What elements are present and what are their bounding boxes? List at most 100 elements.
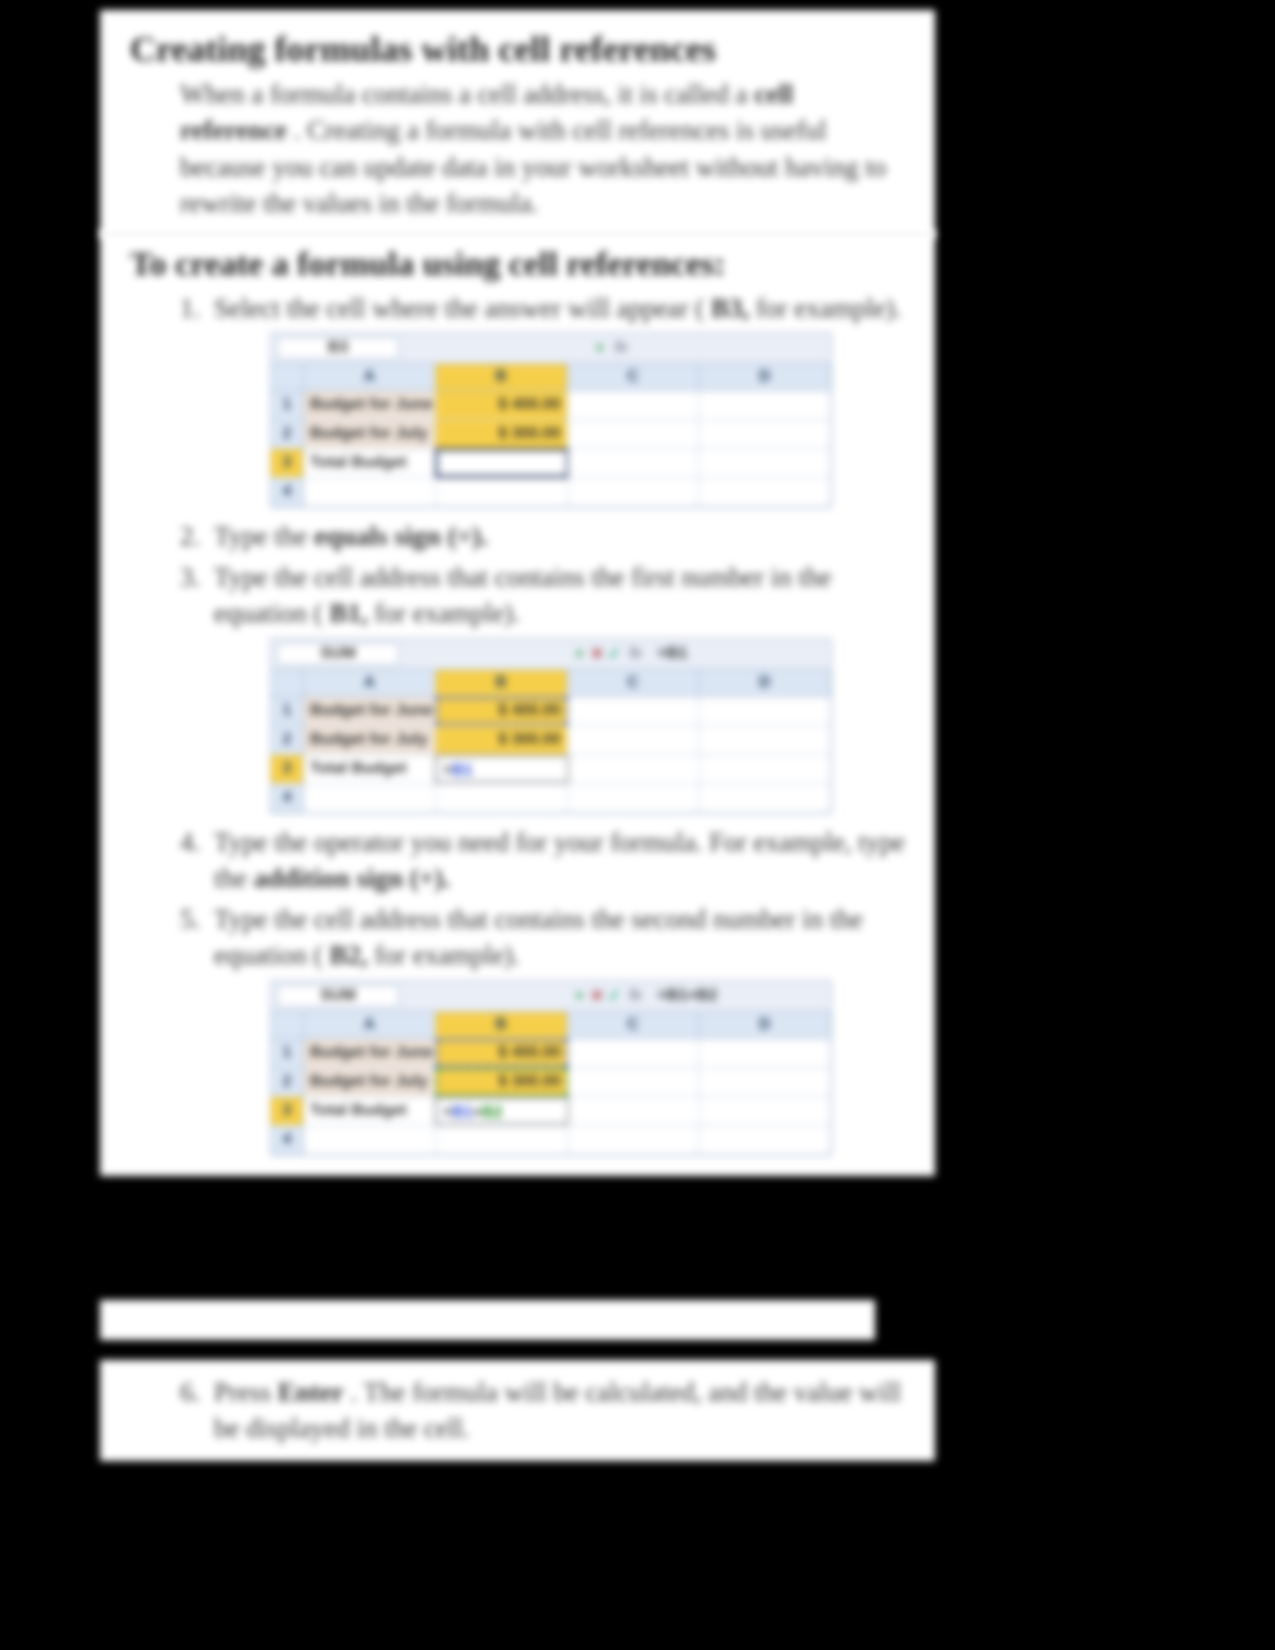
table-row: 1 Budget for June $ 400.00 <box>271 697 831 726</box>
table-row: 2 Budget for July $ 300.00 <box>271 726 831 755</box>
cell-C1 <box>568 1039 700 1067</box>
cell-A4 <box>304 478 436 506</box>
white-strip <box>100 1300 875 1340</box>
cell-C1 <box>568 391 700 419</box>
cell-D1 <box>699 697 831 725</box>
formula-controls: ✕ ✓ fx <box>590 644 651 664</box>
step-text-c: for example). <box>374 940 519 970</box>
table-row: 3 Total Budget =B1+B2 <box>271 1097 831 1126</box>
step-text-a: Type the <box>214 521 314 551</box>
col-C: C <box>568 364 700 390</box>
row-1-header: 1 <box>271 391 304 419</box>
step-text: Select the cell where the answer will ap… <box>214 290 905 326</box>
step-text: Type the operator you need for your form… <box>214 824 905 897</box>
cell-D2 <box>699 726 831 754</box>
cell-C2 <box>568 1068 700 1096</box>
cancel-icon: ✕ <box>590 644 603 664</box>
row-4-header: 4 <box>271 478 304 506</box>
select-all-corner <box>271 364 304 390</box>
step-text-a: Press <box>214 1377 278 1407</box>
cell-C4 <box>568 1126 700 1154</box>
dropdown-icon: ▾ <box>572 986 586 1006</box>
cell-B2-marquee: $ 300.00 <box>436 1068 568 1096</box>
cell-B4 <box>436 478 568 506</box>
enter-icon: ✓ <box>608 986 621 1006</box>
cell-C2 <box>568 726 700 754</box>
col-A: A <box>304 670 436 696</box>
step-number: 2. <box>180 518 214 554</box>
col-D: D <box>699 364 831 390</box>
step-bold: equals sign (=). <box>314 521 488 551</box>
dropdown-icon: ▾ <box>593 338 607 358</box>
step-text-a: Select the cell where the answer will ap… <box>214 293 704 323</box>
formula-controls: ✕ ✓ fx <box>590 986 651 1006</box>
col-C: C <box>568 1012 700 1038</box>
step-text-c: for example). <box>756 293 901 323</box>
formula-bar: =B1 <box>652 645 831 663</box>
step-1: 1. Select the cell where the answer will… <box>180 290 905 326</box>
cell-D2 <box>699 1068 831 1096</box>
cell-B4 <box>436 1126 568 1154</box>
table-row: 2 Budget for July $ 300.00 <box>271 420 831 449</box>
formula-equals: = <box>443 1104 452 1121</box>
cell-B3-editing: =B1 <box>435 755 569 783</box>
col-D: D <box>699 670 831 696</box>
step-bold: B1, <box>329 598 367 628</box>
cell-B3-editing: =B1+B2 <box>435 1097 569 1125</box>
column-header-row: A B C D <box>271 670 831 697</box>
row-3-header: 3 <box>271 449 304 477</box>
cell-D3 <box>700 1097 831 1125</box>
row-3-header: 3 <box>271 1097 304 1125</box>
step-4: 4. Type the operator you need for your f… <box>180 824 905 897</box>
ordered-list: 1. Select the cell where the answer will… <box>180 290 905 1156</box>
column-header-row: A B C D <box>271 364 831 391</box>
col-D: D <box>699 1012 831 1038</box>
cell-D4 <box>699 1126 831 1154</box>
heading-1: Creating formulas with cell references <box>130 28 905 70</box>
step-number: 1. <box>180 290 214 326</box>
cell-A3: Total Budget <box>304 449 436 477</box>
col-A: A <box>304 1012 436 1038</box>
cell-C4 <box>568 478 700 506</box>
row-4-header: 4 <box>271 1126 304 1154</box>
step-number: 5. <box>180 901 214 974</box>
step-bold: B2, <box>329 940 367 970</box>
name-box: B3 <box>277 337 399 359</box>
step-text-a: Type the cell address that contains the … <box>214 562 831 628</box>
fx-icon: fx <box>611 339 631 357</box>
cell-B1-marquee: $ 400.00 <box>436 1039 568 1067</box>
step-text: Press Enter . The formula will be calcul… <box>214 1374 905 1447</box>
step-text: Type the cell address that contains the … <box>214 901 905 974</box>
table-row: 2 Budget for July $ 300.00 <box>271 1068 831 1097</box>
col-B: B <box>436 364 568 390</box>
cell-D1 <box>699 1039 831 1067</box>
cell-D3 <box>700 755 831 783</box>
cell-B4 <box>436 784 568 812</box>
fx-icon: fx <box>625 987 645 1005</box>
cell-C4 <box>568 784 700 812</box>
cell-A2: Budget for July <box>304 420 436 448</box>
row-2-header: 2 <box>271 726 304 754</box>
col-C: C <box>568 670 700 696</box>
namebox-row: SUM ▾ ✕ ✓ fx =B1+B2 <box>271 981 831 1012</box>
cell-D4 <box>699 478 831 506</box>
step-6-block: 6. Press Enter . The formula will be cal… <box>100 1360 935 1461</box>
step-6: 6. Press Enter . The formula will be cal… <box>180 1374 905 1447</box>
ordered-list-cont: 6. Press Enter . The formula will be cal… <box>180 1374 905 1447</box>
step-text-a: Type the cell address that contains the … <box>214 904 863 970</box>
cell-A3: Total Budget <box>304 755 435 783</box>
table-row: 4 <box>271 1126 831 1155</box>
select-all-corner <box>271 670 304 696</box>
cancel-icon: ✕ <box>590 986 603 1006</box>
cell-C3 <box>569 1097 700 1125</box>
document-page: Creating formulas with cell references W… <box>0 0 1275 1650</box>
step-5: 5. Type the cell address that contains t… <box>180 901 905 974</box>
cell-A4 <box>304 1126 436 1154</box>
row-1-header: 1 <box>271 1039 304 1067</box>
cell-C2 <box>568 420 700 448</box>
cell-A1: Budget for June <box>304 697 436 725</box>
table-row: 3 Total Budget =B1 <box>271 755 831 784</box>
cell-B2: $ 300.00 <box>436 726 568 754</box>
intro-paragraph: When a formula contains a cell address, … <box>180 76 905 222</box>
cell-D4 <box>699 784 831 812</box>
